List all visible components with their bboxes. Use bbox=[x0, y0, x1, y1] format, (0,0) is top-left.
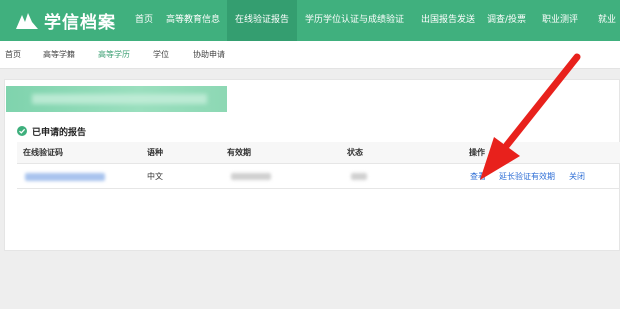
sub-navbar: 首页 高等学籍 高等学历 学位 协助申请 bbox=[0, 41, 620, 69]
nav-item-career-test[interactable]: 职业测评 bbox=[536, 0, 584, 41]
nav-item-home[interactable]: 首页 bbox=[128, 0, 160, 41]
column-header-actions: 操作 bbox=[469, 148, 485, 157]
close-link[interactable]: 关闭 bbox=[569, 165, 585, 189]
subnav-item-assist-apply[interactable]: 协助申请 bbox=[193, 41, 225, 69]
brand-logo-icon bbox=[16, 13, 38, 29]
column-header-validity: 有效期 bbox=[227, 148, 251, 157]
subnav-item-degree[interactable]: 学位 bbox=[153, 41, 169, 69]
nav-item-higher-education[interactable]: 高等教育信息 bbox=[160, 0, 226, 41]
nav-item-survey[interactable]: 调查/投票 bbox=[481, 0, 532, 41]
subnav-item-academic-record[interactable]: 高等学历 bbox=[98, 41, 130, 69]
column-header-status: 状态 bbox=[347, 148, 363, 157]
banner-text-redacted bbox=[32, 94, 207, 104]
verification-code-redacted[interactable] bbox=[25, 173, 105, 181]
brand-name: 学信档案 bbox=[44, 13, 116, 33]
nav-item-employment[interactable]: 就业 bbox=[592, 0, 620, 41]
subnav-item-home[interactable]: 首页 bbox=[5, 41, 21, 69]
nav-item-overseas-report[interactable]: 出国报告发送 bbox=[415, 0, 481, 41]
info-banner bbox=[6, 86, 227, 112]
check-circle-icon bbox=[17, 126, 27, 136]
section-title: 已申请的报告 bbox=[32, 128, 87, 138]
nav-item-online-verification[interactable]: 在线验证报告 bbox=[227, 0, 298, 41]
extend-validity-link[interactable]: 延长验证有效期 bbox=[499, 165, 555, 189]
status-redacted bbox=[351, 173, 367, 180]
report-card: 已申请的报告 在线验证码 语种 有效期 状态 操作 中文 查看 延长验证有效期 … bbox=[4, 79, 620, 251]
column-header-code: 在线验证码 bbox=[23, 148, 63, 157]
column-header-language: 语种 bbox=[147, 148, 163, 157]
nav-item-degree-certification[interactable]: 学历学位认证与成绩验证 bbox=[299, 0, 410, 41]
table-header: 在线验证码 语种 有效期 状态 操作 bbox=[17, 142, 620, 164]
table-row: 中文 查看 延长验证有效期 关闭 bbox=[17, 165, 620, 189]
subnav-item-student-status[interactable]: 高等学籍 bbox=[43, 41, 75, 69]
brand-logo[interactable]: 学信档案 bbox=[0, 0, 140, 41]
validity-date-redacted bbox=[231, 173, 271, 180]
view-link[interactable]: 查看 bbox=[470, 165, 486, 189]
cell-language: 中文 bbox=[147, 172, 163, 181]
top-navbar: 学信档案 首页 高等教育信息 在线验证报告 学历学位认证与成绩验证 出国报告发送… bbox=[0, 0, 620, 41]
